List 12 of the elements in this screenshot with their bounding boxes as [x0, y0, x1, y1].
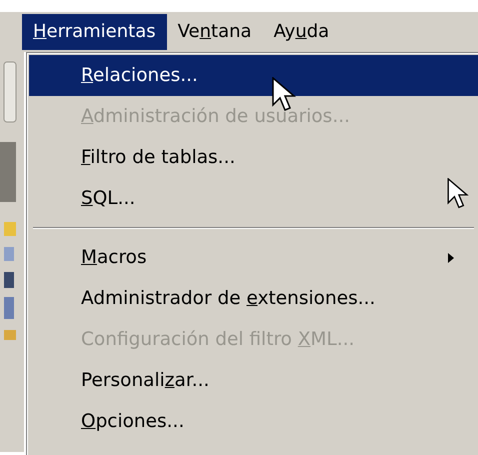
menu-item[interactable]: Personalizar... [29, 360, 478, 401]
menu-item[interactable]: Administrador de extensiones... [29, 278, 478, 319]
menu-item[interactable]: SQL... [29, 178, 478, 219]
menu-item[interactable]: Relaciones... [29, 55, 478, 96]
menu-item[interactable]: Filtro de tablas... [29, 137, 478, 178]
submenu-arrow-icon [448, 252, 454, 262]
menu-title[interactable]: Ayuda [262, 14, 340, 50]
menu-item[interactable]: Opciones... [29, 401, 478, 442]
menu-title[interactable]: Ventana [166, 14, 263, 50]
mouse-pointer-icon [447, 178, 469, 210]
menu-item[interactable]: Macros [29, 237, 478, 278]
menu-title[interactable]: Herramientas [22, 14, 167, 50]
